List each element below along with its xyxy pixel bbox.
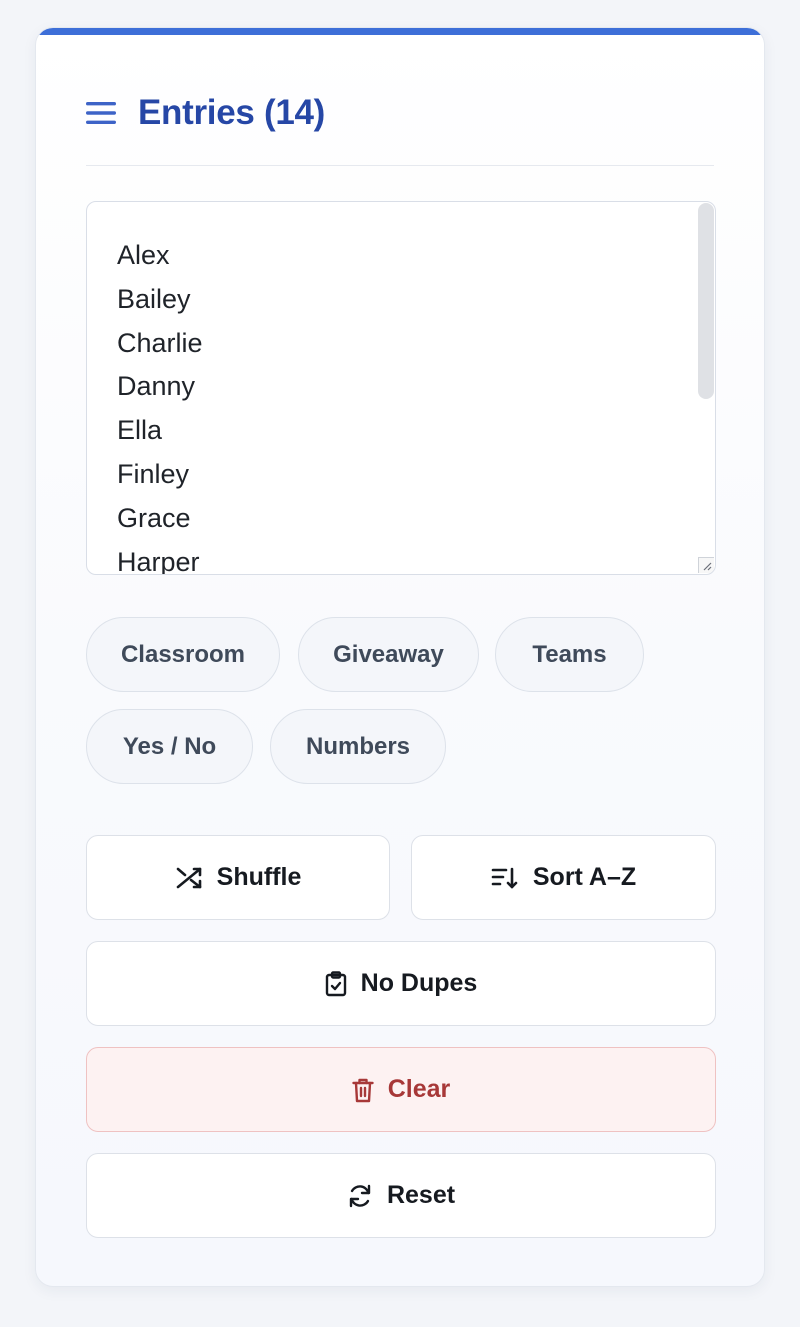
- preset-yes-no[interactable]: Yes / No: [86, 709, 253, 784]
- resize-handle-icon[interactable]: [698, 557, 714, 573]
- page-title: Entries (14): [138, 93, 326, 132]
- entry-line: Danny: [117, 371, 196, 402]
- entry-line: Ella: [117, 415, 163, 446]
- no-dupes-label: No Dupes: [360, 969, 478, 997]
- clear-button[interactable]: Clear: [86, 1047, 716, 1132]
- entry-line: Charlie: [117, 327, 203, 358]
- clipboard-check-icon: [325, 970, 346, 996]
- shuffle-button[interactable]: Shuffle: [86, 835, 390, 920]
- entries-panel: Entries (14) Alex Bailey Charlie Danny E…: [35, 27, 765, 1287]
- refresh-icon: [349, 1184, 371, 1207]
- preset-classroom[interactable]: Classroom: [86, 617, 280, 692]
- reset-label: Reset: [386, 1181, 456, 1209]
- entry-line: Harper: [117, 546, 200, 575]
- scrollbar-thumb[interactable]: [698, 203, 714, 399]
- preset-numbers[interactable]: Numbers: [270, 709, 446, 784]
- entry-line: Finley: [117, 458, 190, 489]
- reset-button[interactable]: Reset: [86, 1153, 716, 1238]
- entry-line: Grace: [117, 502, 191, 533]
- header-divider: [86, 165, 714, 166]
- trash-icon: [352, 1078, 374, 1102]
- clear-label: Clear: [387, 1075, 451, 1103]
- no-dupes-button[interactable]: No Dupes: [86, 941, 716, 1026]
- sort-icon: [491, 867, 518, 888]
- entries-textarea[interactable]: Alex Bailey Charlie Danny Ella Finley Gr…: [86, 201, 716, 575]
- sort-label: Sort A–Z: [532, 863, 637, 891]
- entry-line: Bailey: [117, 283, 191, 314]
- entries-list: Alex Bailey Charlie Danny Ella Finley Gr…: [117, 234, 203, 575]
- shuffle-icon: [176, 867, 201, 888]
- sort-az-button[interactable]: Sort A–Z: [411, 835, 716, 920]
- preset-giveaway[interactable]: Giveaway: [298, 617, 479, 692]
- panel-header: Entries (14): [86, 88, 325, 138]
- preset-teams[interactable]: Teams: [495, 617, 644, 692]
- hamburger-menu-icon[interactable]: [86, 101, 116, 125]
- shuffle-label: Shuffle: [216, 863, 302, 891]
- entry-line: Alex: [117, 240, 170, 270]
